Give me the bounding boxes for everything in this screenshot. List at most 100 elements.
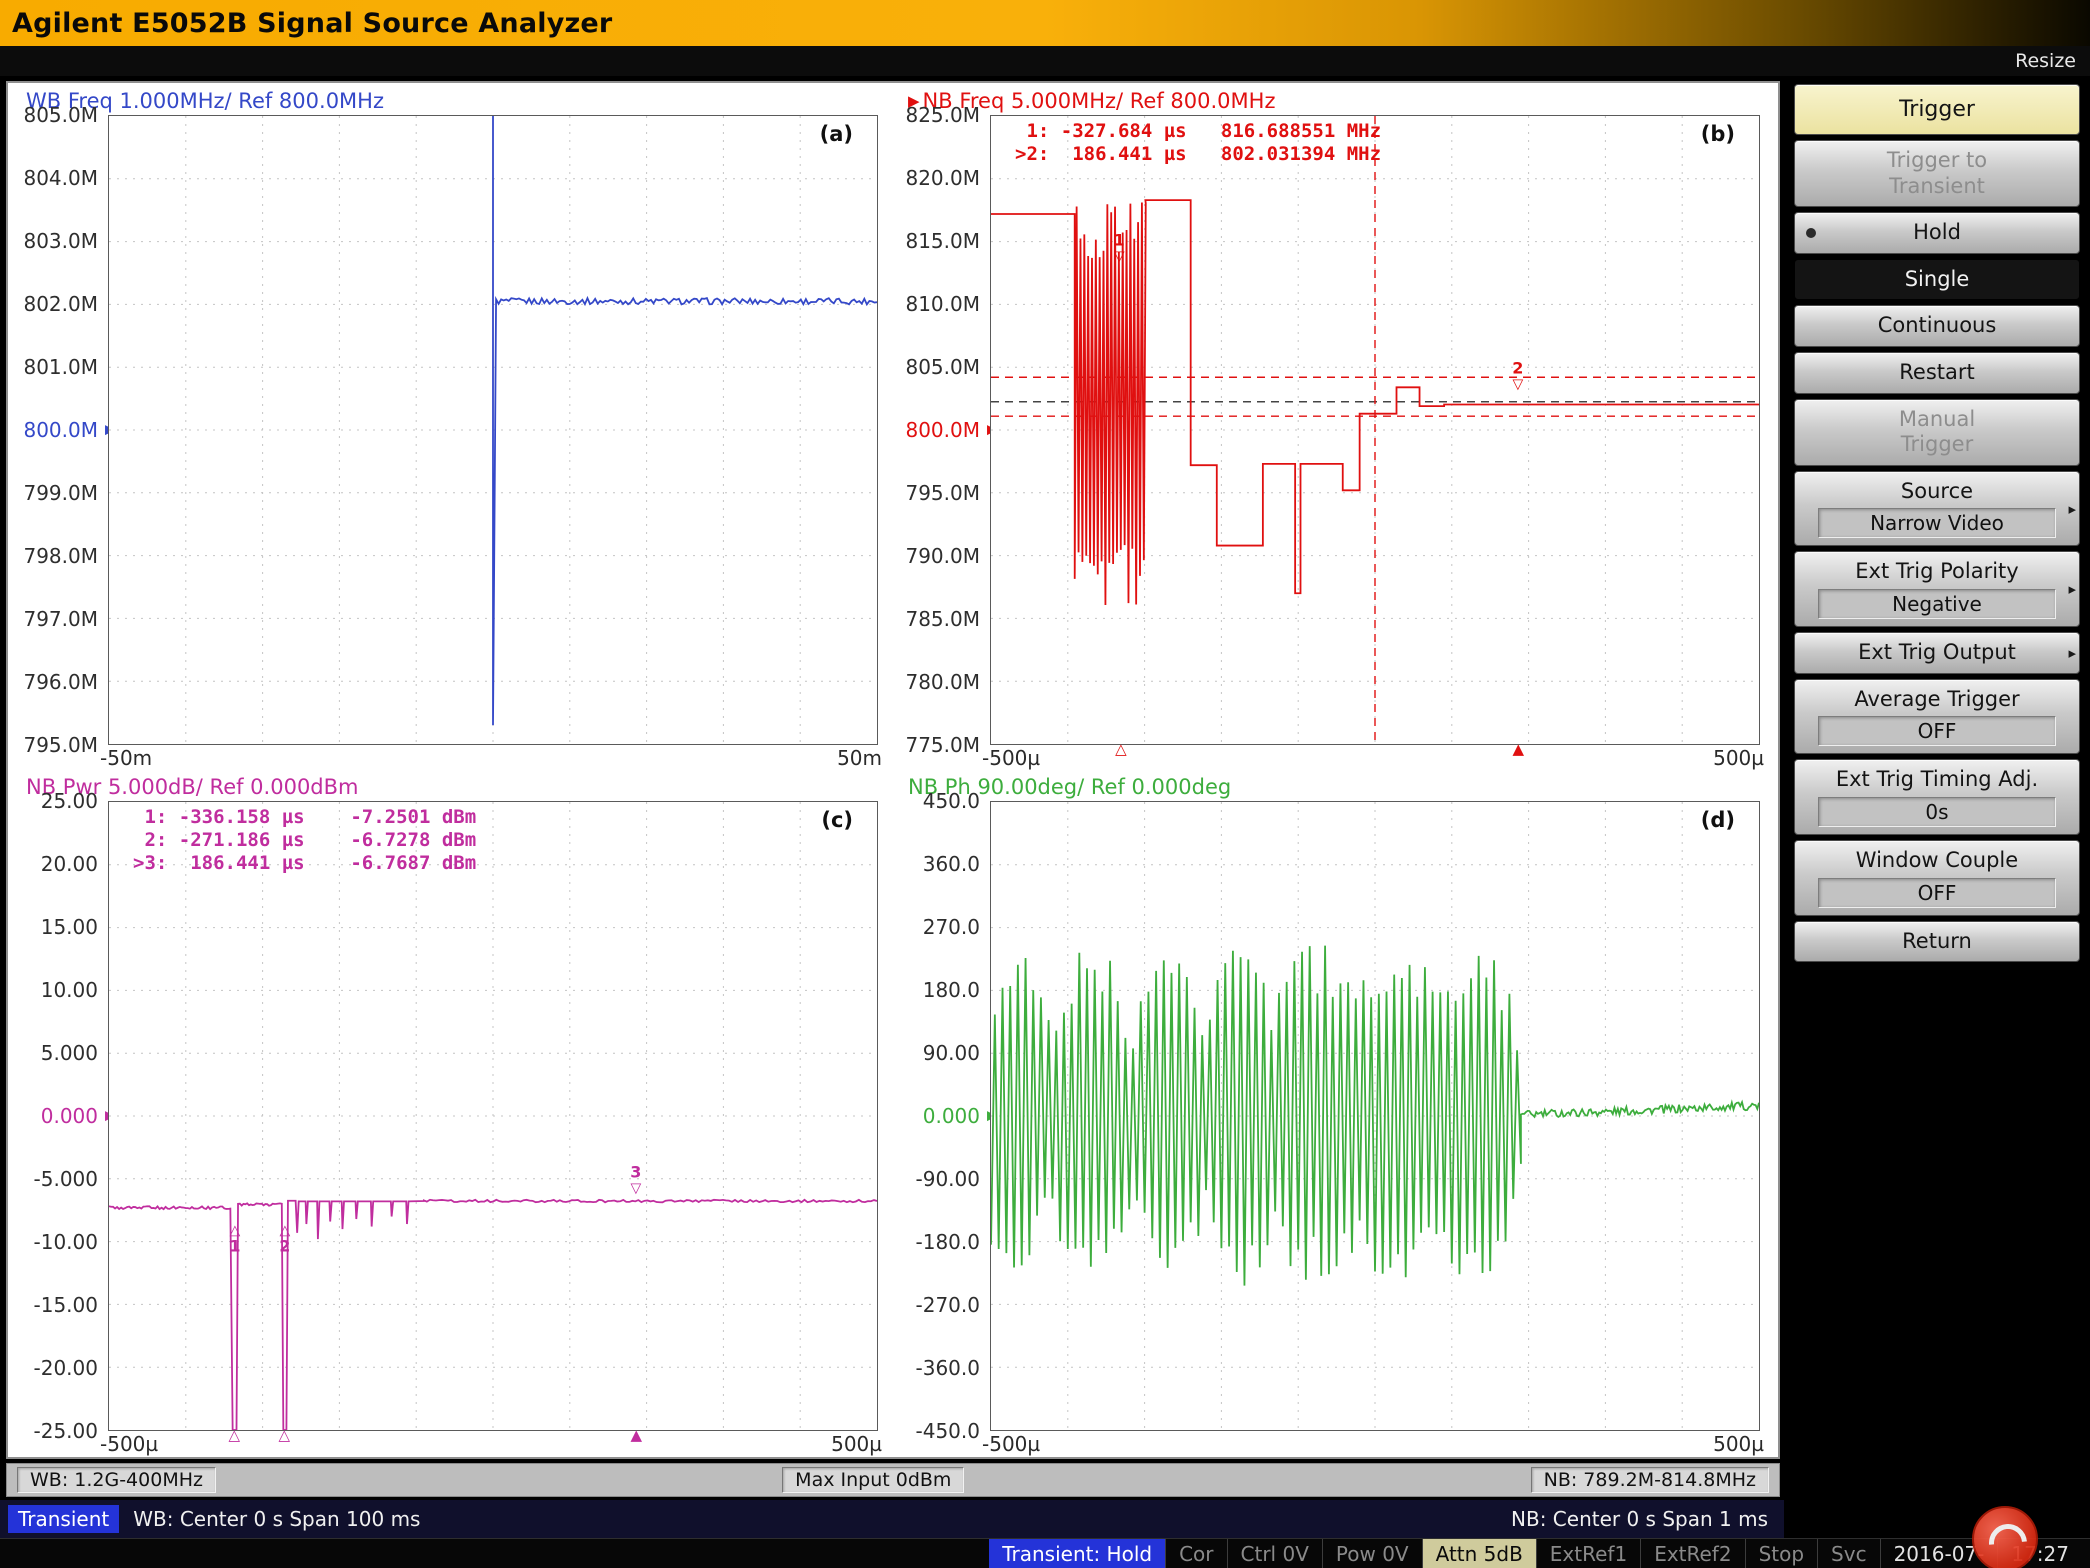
softkey-trigger-to-transient: Trigger toTransient — [1794, 140, 2080, 207]
status-2016-07: 2016-07- — [1880, 1539, 1998, 1568]
y-tick-label: -90.00 — [916, 1167, 980, 1191]
instrument-screen: Agilent E5052B Signal Source Analyzer Re… — [0, 0, 2090, 1568]
plot-nb-freq-title: ▶NB Freq 5.000MHz/ Ref 800.0MHz — [894, 87, 1772, 115]
status-svc: Svc — [1817, 1539, 1880, 1568]
plot-nb-phase: NB Ph 90.00deg/ Ref 0.000deg 450.0 360.0 2… — [892, 771, 1774, 1457]
softkey-single[interactable]: Single — [1794, 259, 2080, 301]
marker-position-triangle-icon: △ — [228, 1426, 240, 1444]
mode-chip: Transient — [8, 1505, 119, 1533]
y-tick-label: -20.00 — [34, 1356, 98, 1380]
softkey-window-couple[interactable]: Window CoupleOFF — [1794, 840, 2080, 916]
softkey-continuous[interactable]: Continuous — [1794, 305, 2080, 347]
y-tick-label: 0.000▶ — [41, 1104, 98, 1128]
softkey-menu: TriggerTrigger toTransient Hold SingleCont… — [1784, 76, 2090, 1538]
x-max-label: 500µ — [1713, 1432, 1764, 1456]
submenu-arrow-icon: ▸ — [2068, 580, 2076, 598]
y-tick-label: 799.0M — [23, 481, 98, 505]
softkey-ext-trig-polarity[interactable]: Ext Trig PolarityNegative▸ — [1794, 551, 2080, 627]
marker-position-triangle-icon: △ — [1115, 740, 1127, 758]
softkey-value: OFF — [1818, 716, 2056, 746]
y-tick-label: 90.00 — [923, 1041, 980, 1065]
status-cor: Cor — [1165, 1539, 1226, 1568]
y-tick-label: -270.0 — [916, 1293, 980, 1317]
plot-nb-phase-canvas[interactable]: (d) — [990, 801, 1760, 1431]
y-tick-label: 5.000 — [41, 1041, 98, 1065]
y-tick-label: 805.0M — [905, 355, 980, 379]
plot-nb-phase-xaxis: -500µ500µ — [990, 1431, 1760, 1457]
main-content: WB Freq 1.000MHz/ Ref 800.0MHz 805.0M804… — [0, 76, 2090, 1538]
y-tick-label: 785.0M — [905, 607, 980, 631]
softkey-value: 0s — [1818, 797, 2056, 827]
resize-button[interactable]: Resize — [2015, 50, 2076, 72]
y-tick-label: 802.0M — [23, 292, 98, 316]
y-tick-label: 800.0M▶ — [23, 418, 98, 442]
y-tick-label: 804.0M — [23, 166, 98, 190]
plot-nb-phase-title: NB Ph 90.00deg/ Ref 0.000deg — [894, 773, 1772, 801]
plot-nb-phase-yaxis: 450.0360.0270.0180.090.000.000▶-90.00-18… — [894, 801, 990, 1431]
y-tick-label: 805.0M — [23, 103, 98, 127]
plot-wb-freq-yaxis: 805.0M804.0M803.0M802.0M801.0M800.0M▶799… — [12, 115, 108, 745]
range-info-strip: WB: 1.2G-400MHz Max Input 0dBm NB: 789.2… — [6, 1463, 1780, 1497]
x-min-label: -500µ — [982, 746, 1040, 770]
y-tick-label: -450.0 — [916, 1419, 980, 1443]
wb-range-box: WB: 1.2G-400MHz — [17, 1467, 216, 1493]
y-tick-label: 795.0M — [905, 481, 980, 505]
y-tick-label: 360.0 — [923, 852, 980, 876]
nb-sweep-settings: NB: Center 0 s Span 1 ms — [1511, 1507, 1768, 1531]
x-min-label: -500µ — [100, 1432, 158, 1456]
softkey-ext-trig-timing-adj[interactable]: Ext Trig Timing Adj.0s — [1794, 759, 2080, 835]
y-tick-label: 820.0M — [905, 166, 980, 190]
y-tick-label: -5.000 — [34, 1167, 98, 1191]
status-extref2: ExtRef2 — [1640, 1539, 1744, 1568]
state-bullet-icon — [1806, 228, 1816, 238]
plot-nb-freq: ▶NB Freq 5.000MHz/ Ref 800.0MHz 825.0M 82… — [892, 85, 1774, 771]
y-tick-label: 800.0M▶ — [905, 418, 980, 442]
plot-nb-power-title: NB Pwr 5.000dB/ Ref 0.000dBm — [12, 773, 890, 801]
trace-svg — [109, 116, 877, 744]
plot-wb-freq: WB Freq 1.000MHz/ Ref 800.0MHz 805.0M804… — [10, 85, 892, 771]
y-tick-label: 790.0M — [905, 544, 980, 568]
status-ctrl-0v: Ctrl 0V — [1227, 1539, 1322, 1568]
y-tick-label: -360.0 — [916, 1356, 980, 1380]
plot-nb-power-yaxis: 25.0020.0015.0010.005.0000.000▶-5.000-10… — [12, 801, 108, 1431]
y-tick-label: -25.00 — [34, 1419, 98, 1443]
max-input-box: Max Input 0dBm — [782, 1467, 964, 1493]
plot-wb-freq-xaxis: -50m50m — [108, 745, 878, 771]
y-tick-label: 775.0M — [905, 733, 980, 757]
plot-nb-freq-xaxis: -500µ500µ△▲ — [990, 745, 1760, 771]
softkey-source[interactable]: SourceNarrow Video▸ — [1794, 471, 2080, 547]
softkey-average-trigger[interactable]: Average TriggerOFF — [1794, 679, 2080, 755]
y-tick-label: 810.0M — [905, 292, 980, 316]
marker-position-triangle-icon: ▲ — [1512, 740, 1524, 758]
x-min-label: -500µ — [982, 1432, 1040, 1456]
trace-svg — [991, 802, 1759, 1430]
measurement-mode-bar: Transient WB: Center 0 s Span 100 ms NB:… — [0, 1500, 1784, 1538]
y-tick-label: 450.0 — [923, 789, 980, 813]
softkey-value: Negative — [1818, 589, 2056, 619]
plot-wb-freq-title: WB Freq 1.000MHz/ Ref 800.0MHz — [12, 87, 890, 115]
plot-nb-freq-yaxis: 825.0M820.0M815.0M810.0M805.0M800.0M▶795… — [894, 115, 990, 745]
plot-panel: WB Freq 1.000MHz/ Ref 800.0MHz 805.0M804… — [6, 81, 1780, 1459]
x-max-label: 500µ — [1713, 746, 1764, 770]
softkey-return[interactable]: Return — [1794, 921, 2080, 963]
title-bar: Agilent E5052B Signal Source Analyzer — [0, 0, 2090, 46]
y-tick-label: 180.0 — [923, 978, 980, 1002]
plot-nb-power-canvas[interactable]: (c) 1: -336.158 µs -7.2501 dBm 2: -271.1… — [108, 801, 878, 1431]
softkey-hold[interactable]: Hold — [1794, 212, 2080, 254]
plot-wb-freq-canvas[interactable]: (a) — [108, 115, 878, 745]
y-tick-label: 270.0 — [923, 915, 980, 939]
graph-area: WB Freq 1.000MHz/ Ref 800.0MHz 805.0M804… — [0, 76, 1784, 1538]
status-extref1: ExtRef1 — [1536, 1539, 1640, 1568]
softkey-menu-title: Trigger — [1794, 84, 2080, 135]
y-tick-label: 10.00 — [41, 978, 98, 1002]
wb-sweep-settings: WB: Center 0 s Span 100 ms — [133, 1507, 420, 1531]
plot-nb-freq-canvas[interactable]: (b) 1: -327.684 µs 816.688551 MHz >2: 18… — [990, 115, 1760, 745]
softkey-restart[interactable]: Restart — [1794, 352, 2080, 394]
softkey-value: Narrow Video — [1818, 508, 2056, 538]
softkey-ext-trig-output[interactable]: Ext Trig Output▸ — [1794, 632, 2080, 674]
trace-svg — [991, 116, 1759, 744]
status-transient-hold: Transient: Hold — [989, 1539, 1165, 1568]
y-tick-label: 825.0M — [905, 103, 980, 127]
y-tick-label: 796.0M — [23, 670, 98, 694]
x-max-label: 50m — [837, 746, 882, 770]
